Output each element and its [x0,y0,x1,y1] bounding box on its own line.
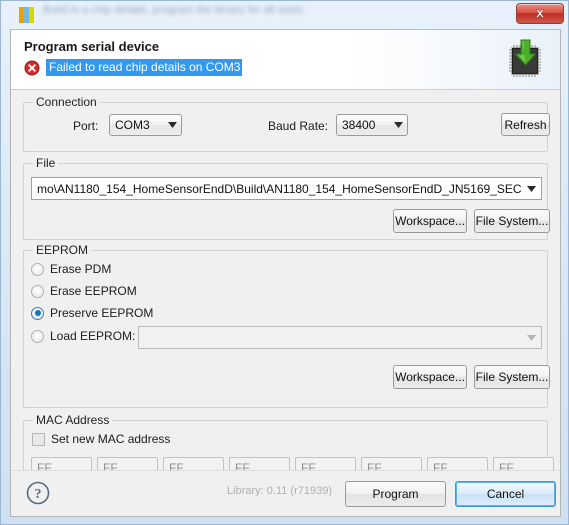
error-circle-icon [24,60,40,75]
radio-erase-eeprom[interactable]: Erase EEPROM [31,284,137,298]
window-titlebar: Build in a chip details, program the bin… [1,1,569,29]
radio-indicator [31,329,44,343]
cancel-button[interactable]: Cancel [455,481,556,507]
chevron-down-icon [521,185,541,192]
library-version-text: Library: 0.11 (r71939) [227,485,332,497]
set-new-mac-checkbox[interactable]: Set new MAC address [32,432,170,446]
mac-address-group-title: MAC Address [33,413,113,427]
chevron-down-icon [389,122,407,128]
eeprom-filesystem-button[interactable]: File System... [474,365,550,389]
dialog-header: Program serial device Failed to read chi… [11,30,560,90]
program-serial-device-window: Build in a chip details, program the bin… [0,0,569,525]
connection-group: Connection Port: COM3 Baud Rate: 38400 R… [23,95,550,152]
dialog-footer: ? Library: 0.11 (r71939) Program Cancel [11,470,560,516]
baud-rate-combo-value: 38400 [342,118,376,132]
file-filesystem-button[interactable]: File System... [474,209,550,233]
dialog-body: Program serial device Failed to read chi… [10,29,561,517]
file-path-value: mo\AN1180_154_HomeSensorEndD\Build\AN118… [37,181,521,196]
chevron-down-icon [163,122,181,128]
radio-indicator [31,262,44,276]
port-combo[interactable]: COM3 [109,114,182,136]
set-new-mac-label: Set new MAC address [51,432,171,446]
eeprom-group: EEPROM Erase PDM Erase EEPROM Preserve E… [23,243,550,408]
radio-indicator [31,284,44,298]
chevron-down-icon [521,334,541,341]
window-title-text: Build in a chip details, program the bin… [43,4,303,16]
refresh-button[interactable]: Refresh [501,113,550,136]
baud-rate-label: Baud Rate: [268,119,329,133]
help-circle-icon[interactable]: ? [25,480,51,506]
page-title: Program serial device [24,39,160,54]
error-message-row: Failed to read chip details on COM3 [24,59,243,76]
eeprom-workspace-button[interactable]: Workspace... [393,365,467,389]
file-workspace-button[interactable]: Workspace... [393,209,467,233]
file-group: File mo\AN1180_154_HomeSensorEndD\Build\… [23,156,550,240]
port-label: Port: [73,119,99,133]
radio-indicator-selected [31,306,44,320]
file-group-title: File [33,156,59,170]
port-combo-value: COM3 [115,118,150,132]
program-button[interactable]: Program [345,481,446,507]
chip-download-icon [509,39,541,77]
load-eeprom-combo[interactable] [138,326,542,349]
baud-rate-combo[interactable]: 38400 [336,114,408,136]
radio-erase-pdm[interactable]: Erase PDM [31,262,111,276]
close-icon [535,9,545,18]
eeprom-group-title: EEPROM [33,243,92,257]
checkbox-indicator [32,432,45,446]
radio-preserve-eeprom-label: Preserve EEPROM [50,306,154,320]
svg-text:?: ? [35,487,42,502]
error-message-text: Failed to read chip details on COM3 [46,59,243,76]
close-window-button[interactable] [516,3,564,24]
connection-group-title: Connection [33,95,100,109]
radio-load-eeprom[interactable]: Load EEPROM: [31,329,135,343]
file-path-combo[interactable]: mo\AN1180_154_HomeSensorEndD\Build\AN118… [31,177,542,200]
app-bars-icon [19,7,34,23]
radio-load-eeprom-label: Load EEPROM: [50,329,136,343]
radio-preserve-eeprom[interactable]: Preserve EEPROM [31,306,153,320]
radio-erase-pdm-label: Erase PDM [50,262,112,276]
radio-erase-eeprom-label: Erase EEPROM [50,284,137,298]
